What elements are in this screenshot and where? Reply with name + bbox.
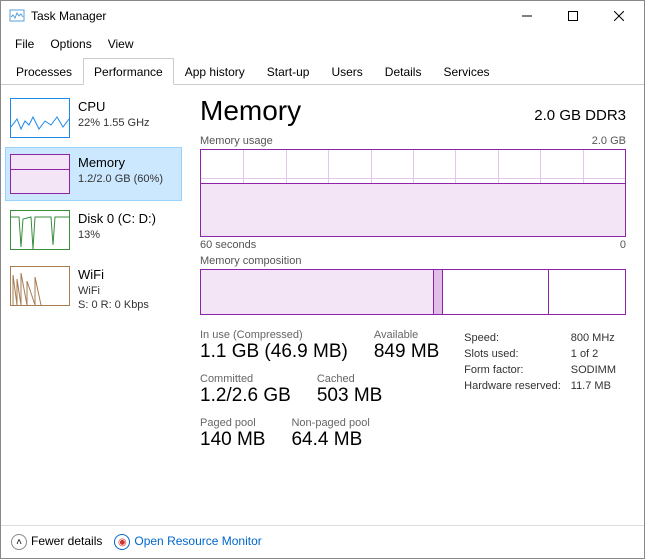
maximize-button[interactable] xyxy=(550,1,596,31)
tab-users[interactable]: Users xyxy=(320,58,373,85)
menu-file[interactable]: File xyxy=(7,33,42,55)
open-resource-monitor-link[interactable]: ◉Open Resource Monitor xyxy=(114,534,261,550)
sidebar-wifi-sub: WiFi xyxy=(78,284,149,299)
menu-options[interactable]: Options xyxy=(42,33,99,55)
tab-strip: Processes Performance App history Start-… xyxy=(1,57,644,85)
chevron-up-icon: ˄ xyxy=(11,534,27,550)
nonpaged-value: 64.4 MB xyxy=(291,429,369,451)
tab-app-history[interactable]: App history xyxy=(174,58,256,85)
slots-label: Slots used: xyxy=(464,347,569,361)
sidebar-disk-label: Disk 0 (C: D:) xyxy=(78,210,156,228)
sidebar: CPU22% 1.55 GHz Memory1.2/2.0 GB (60%) D… xyxy=(1,85,186,525)
available-value: 849 MB xyxy=(374,341,439,363)
usage-max: 2.0 GB xyxy=(592,135,626,147)
committed-label: Committed xyxy=(200,373,291,385)
app-icon xyxy=(9,8,25,24)
content: CPU22% 1.55 GHz Memory1.2/2.0 GB (60%) D… xyxy=(1,85,644,525)
sidebar-item-disk[interactable]: Disk 0 (C: D:)13% xyxy=(5,203,182,257)
nonpaged-label: Non-paged pool xyxy=(291,417,369,429)
memory-total: 2.0 GB DDR3 xyxy=(534,107,626,124)
sidebar-item-memory[interactable]: Memory1.2/2.0 GB (60%) xyxy=(5,147,182,201)
menubar: File Options View xyxy=(1,31,644,57)
window-title: Task Manager xyxy=(31,9,504,23)
titlebar: Task Manager xyxy=(1,1,644,31)
tab-startup[interactable]: Start-up xyxy=(256,58,321,85)
speed-value: 800 MHz xyxy=(571,331,624,345)
menu-view[interactable]: View xyxy=(100,33,142,55)
available-label: Available xyxy=(374,329,439,341)
composition-label: Memory composition xyxy=(200,255,301,267)
cpu-thumb xyxy=(10,98,70,138)
memory-thumb xyxy=(10,154,70,194)
paged-value: 140 MB xyxy=(200,429,265,451)
wifi-thumb xyxy=(10,266,70,306)
footer: ˄Fewer details ◉Open Resource Monitor xyxy=(1,525,644,558)
sidebar-disk-sub: 13% xyxy=(78,228,156,243)
cached-value: 503 MB xyxy=(317,385,382,407)
page-title: Memory xyxy=(200,95,301,127)
main-panel: Memory 2.0 GB DDR3 Memory usage 2.0 GB 60… xyxy=(186,85,644,525)
monitor-icon: ◉ xyxy=(114,534,130,550)
slots-value: 1 of 2 xyxy=(571,347,624,361)
form-value: SODIMM xyxy=(571,363,624,377)
fewer-details-button[interactable]: ˄Fewer details xyxy=(11,534,102,550)
sidebar-wifi-sub2: S: 0 R: 0 Kbps xyxy=(78,298,149,313)
minimize-button[interactable] xyxy=(504,1,550,31)
disk-thumb xyxy=(10,210,70,250)
sidebar-item-wifi[interactable]: WiFiWiFiS: 0 R: 0 Kbps xyxy=(5,259,182,320)
axis-right: 0 xyxy=(620,239,626,251)
tab-services[interactable]: Services xyxy=(432,58,500,85)
usage-label: Memory usage xyxy=(200,135,273,147)
memory-usage-chart xyxy=(200,149,626,237)
sidebar-memory-sub: 1.2/2.0 GB (60%) xyxy=(78,172,163,187)
sidebar-cpu-label: CPU xyxy=(78,98,150,116)
window-controls xyxy=(504,1,642,31)
sidebar-wifi-label: WiFi xyxy=(78,266,149,284)
hw-label: Hardware reserved: xyxy=(464,379,569,393)
paged-label: Paged pool xyxy=(200,417,265,429)
memory-composition-chart xyxy=(200,269,626,315)
specs-table: Speed:800 MHz Slots used:1 of 2 Form fac… xyxy=(462,329,626,451)
hw-value: 11.7 MB xyxy=(571,379,624,393)
tab-details[interactable]: Details xyxy=(374,58,433,85)
committed-value: 1.2/2.6 GB xyxy=(200,385,291,407)
sidebar-cpu-sub: 22% 1.55 GHz xyxy=(78,116,150,131)
tab-performance[interactable]: Performance xyxy=(83,58,174,85)
sidebar-memory-label: Memory xyxy=(78,154,163,172)
close-button[interactable] xyxy=(596,1,642,31)
axis-left: 60 seconds xyxy=(200,239,256,251)
in-use-value: 1.1 GB (46.9 MB) xyxy=(200,341,348,363)
speed-label: Speed: xyxy=(464,331,569,345)
cached-label: Cached xyxy=(317,373,382,385)
tab-processes[interactable]: Processes xyxy=(5,58,83,85)
in-use-label: In use (Compressed) xyxy=(200,329,348,341)
form-label: Form factor: xyxy=(464,363,569,377)
sidebar-item-cpu[interactable]: CPU22% 1.55 GHz xyxy=(5,91,182,145)
